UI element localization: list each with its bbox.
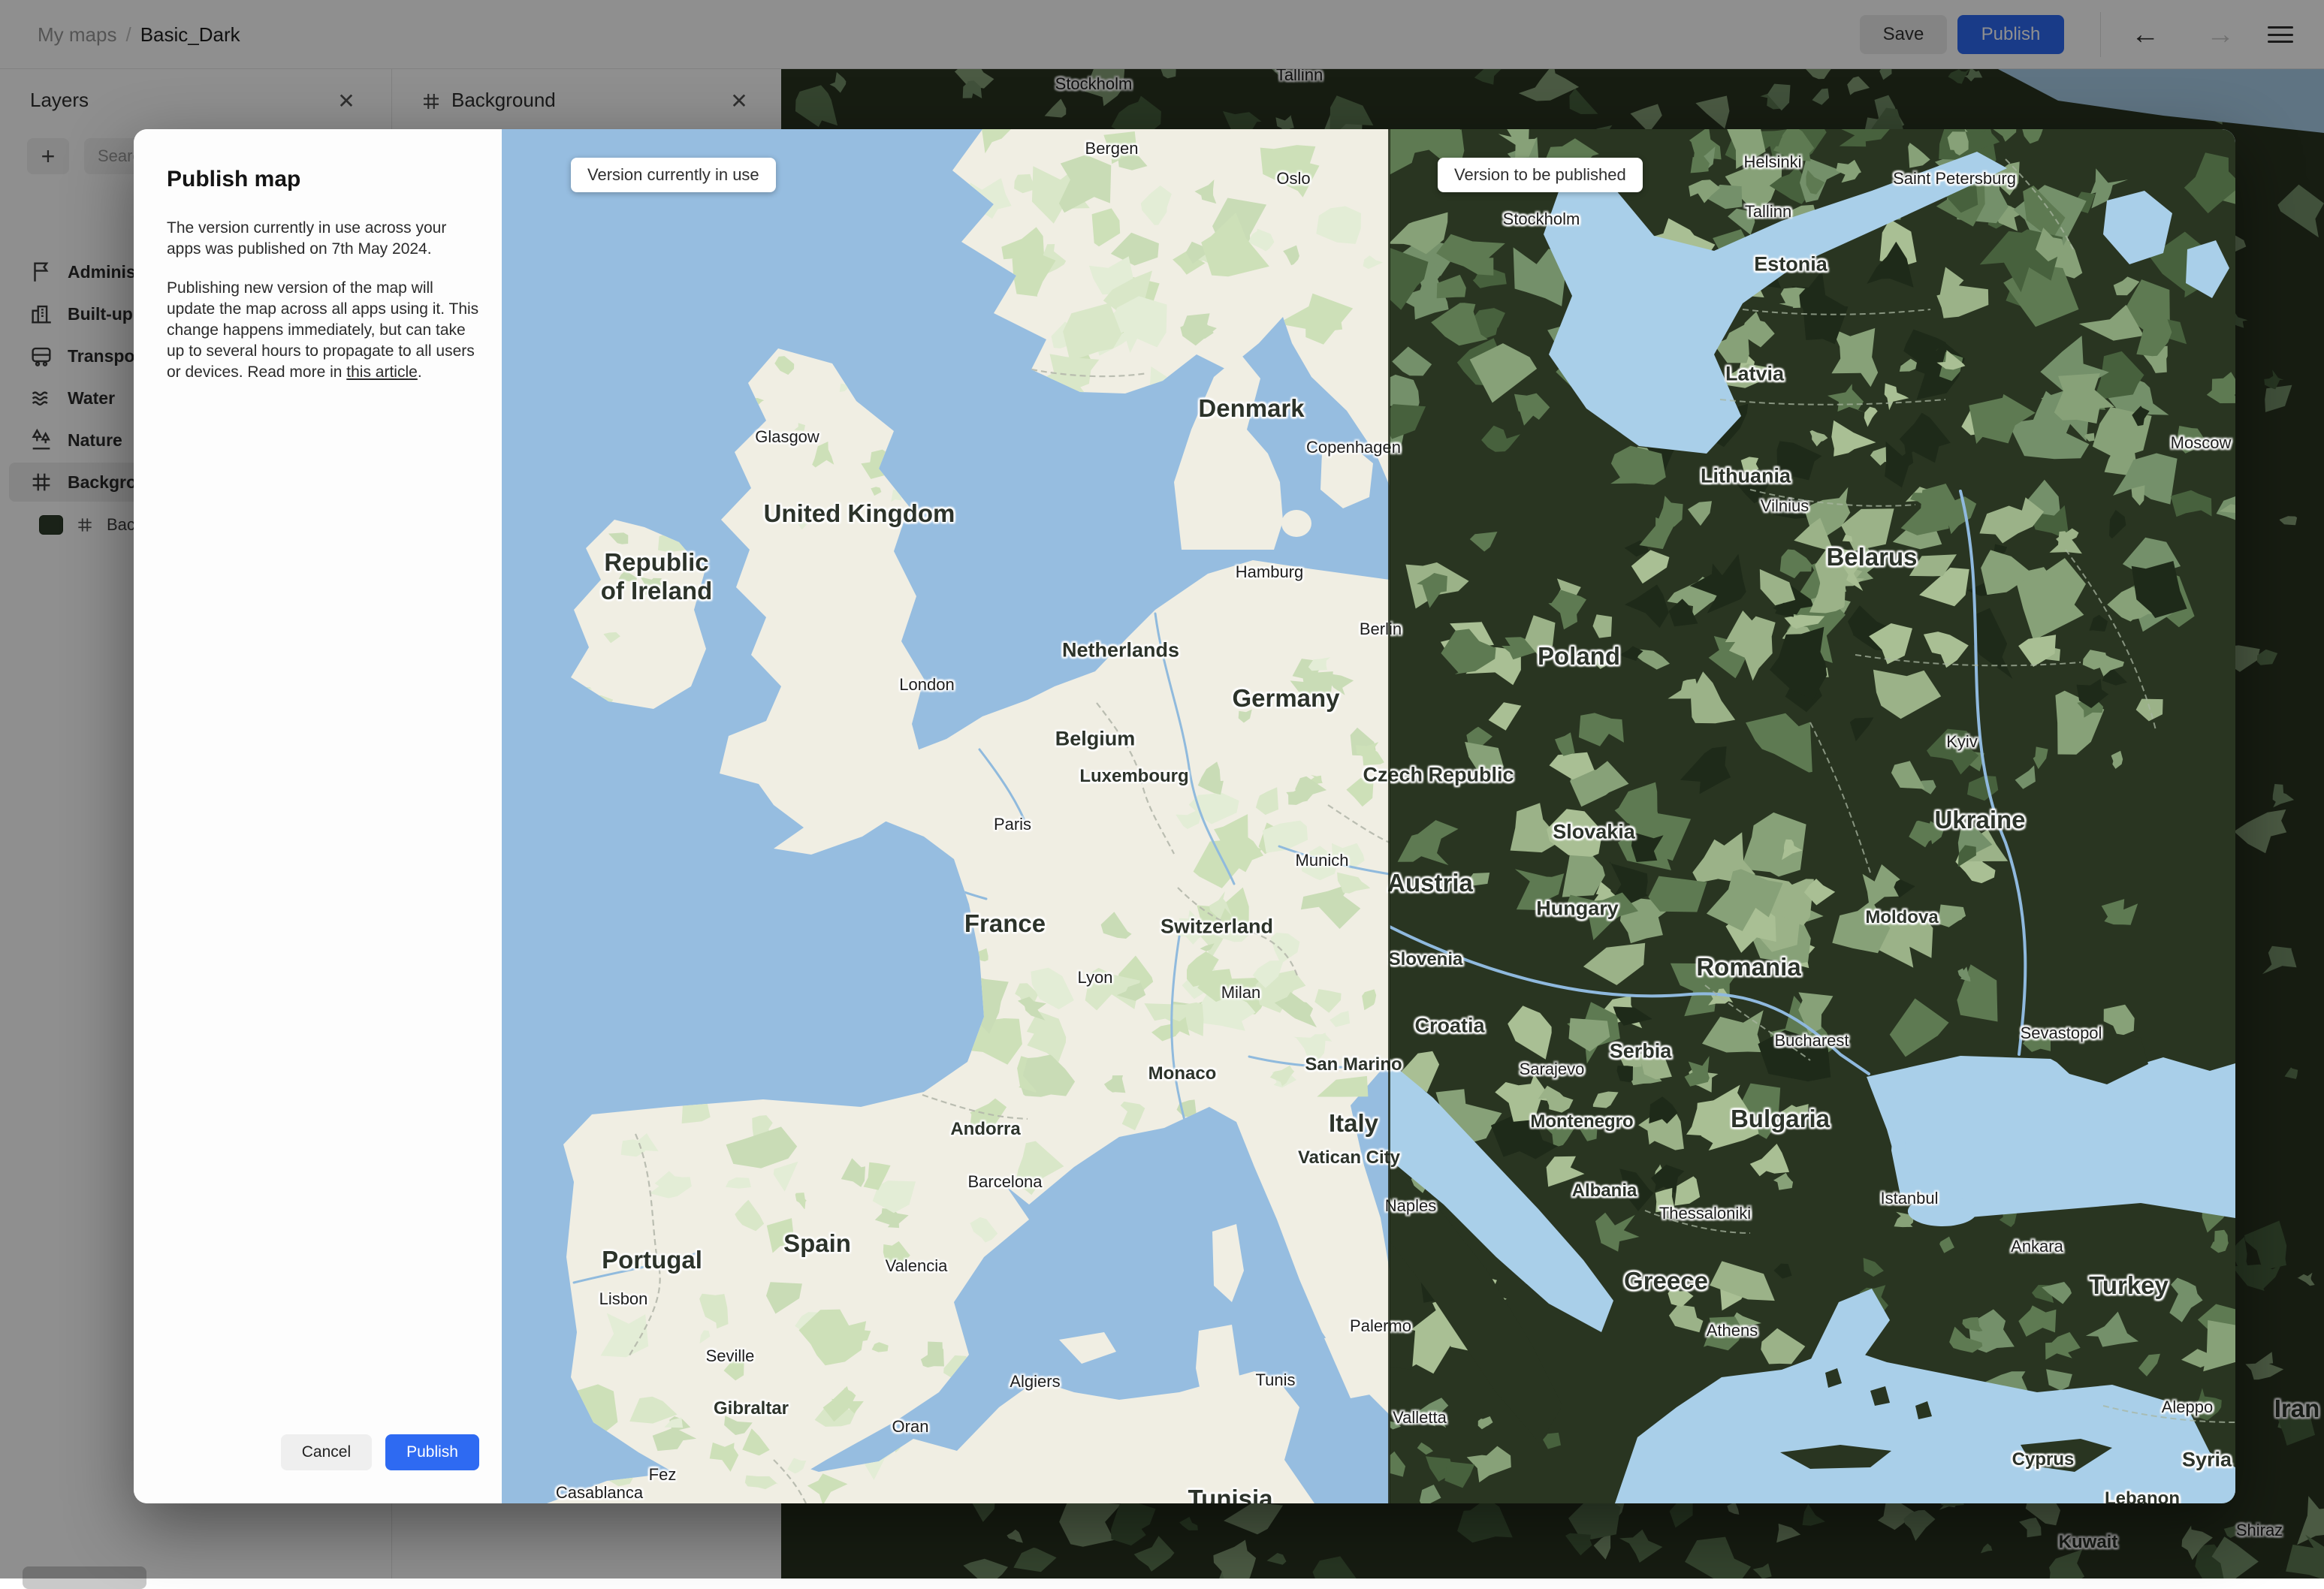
publish-modal-panel: Publish map The version currently in use… <box>134 129 502 1503</box>
dark-map-canvas[interactable] <box>1390 129 2235 1503</box>
new-version-chip: Version to be published <box>1438 158 1643 192</box>
cancel-button[interactable]: Cancel <box>280 1434 373 1470</box>
modal-paragraph-2: Publishing new version of the map will u… <box>167 279 479 381</box>
map-editor-app: { "top_bar": { "breadcrumb_root": "My ma… <box>0 0 2324 1589</box>
confirm-publish-button[interactable]: Publish <box>385 1434 479 1470</box>
this-article-link[interactable]: this article <box>346 363 418 381</box>
compare-divider-handle[interactable] <box>1388 129 1390 1503</box>
modal-paragraph-1: The version currently in use across your… <box>167 219 447 258</box>
current-version-chip: Version currently in use <box>571 158 776 192</box>
version-compare-maps[interactable]: Bergen Oslo Glasgow United Kingdom Republic … <box>502 129 2235 1503</box>
publish-dialog: Publish map The version currently in use… <box>134 129 2235 1503</box>
modal-title: Publish map <box>167 167 301 191</box>
light-map-canvas[interactable] <box>502 129 1390 1503</box>
